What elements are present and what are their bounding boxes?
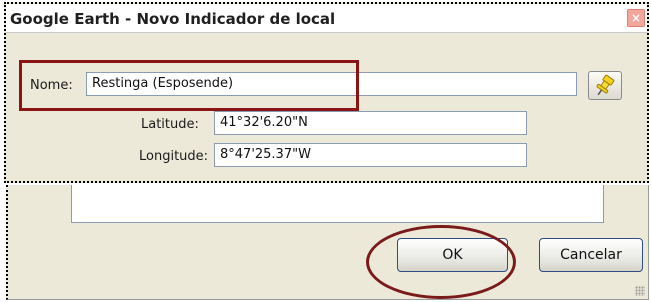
dialog-title: Google Earth - Novo Indicador de local — [10, 10, 336, 28]
dialog-top-crop: Google Earth - Novo Indicador de local ×… — [4, 2, 649, 183]
ok-button[interactable]: OK — [397, 238, 508, 272]
latitude-label: Latitude: — [141, 117, 199, 132]
longitude-input[interactable]: 8°47'25.37"W — [214, 143, 527, 167]
latitude-input[interactable]: 41°32'6.20"N — [214, 111, 527, 135]
screenshot-composite: Google Earth - Novo Indicador de local ×… — [0, 0, 651, 302]
description-textarea[interactable] — [71, 185, 604, 223]
dialog-bottom-crop: OK Cancelar — [6, 185, 649, 300]
name-input[interactable]: Restinga (Esposende) — [86, 72, 577, 96]
pushpin-icon — [596, 74, 615, 96]
name-label: Nome: — [30, 78, 73, 93]
resize-grip[interactable] — [635, 286, 645, 296]
dialog-titlebar: Google Earth - Novo Indicador de local × — [6, 4, 647, 33]
close-icon[interactable]: × — [627, 9, 645, 27]
pin-style-button[interactable] — [588, 71, 622, 100]
cancel-button[interactable]: Cancelar — [539, 238, 643, 272]
longitude-label: Longitude: — [139, 149, 209, 164]
